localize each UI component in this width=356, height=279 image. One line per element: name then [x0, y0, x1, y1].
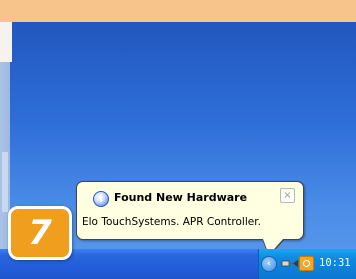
- notification-message: Elo TouchSystems. APR Controller.: [82, 216, 261, 228]
- notification-balloon[interactable]: i Found New Hardware × Elo TouchSystems.…: [76, 181, 304, 257]
- hardware-plug-icon[interactable]: [281, 254, 299, 272]
- panel-notch: [2, 152, 8, 212]
- close-button[interactable]: ×: [280, 188, 295, 203]
- elo-touch-icon[interactable]: [299, 256, 314, 271]
- page-border: [0, 0, 356, 22]
- tray-chevron-icon[interactable]: ‹: [261, 256, 277, 272]
- clock[interactable]: 10:31: [319, 257, 351, 269]
- info-icon: i: [93, 191, 109, 207]
- window-edge: [0, 22, 12, 62]
- notification-title: Found New Hardware: [114, 191, 248, 204]
- system-tray: ‹ 10:31: [258, 249, 356, 279]
- step-number-badge: 7: [8, 206, 72, 260]
